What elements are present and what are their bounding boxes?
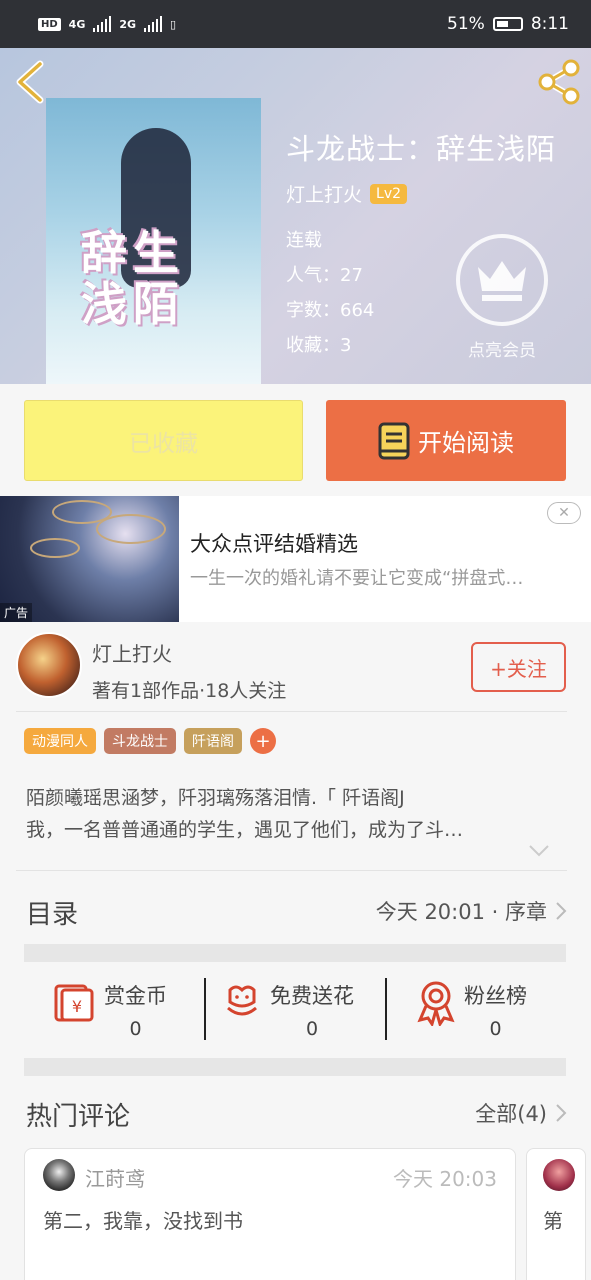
all-comments-label: 全部(4) [475,1102,547,1126]
follow-button[interactable]: +关注 [471,642,566,692]
red-envelope-icon: ¥ [54,984,94,1022]
commenter-name[interactable]: 江莳鸢 [85,1163,145,1192]
crown-icon [478,261,526,301]
signal-icon-2 [144,16,163,32]
fan-ranking-button[interactable]: 粉丝榜 0 [416,980,527,1040]
reward-coin-button[interactable]: ¥ 赏金币 0 [52,980,167,1040]
medal-icon [417,981,455,1026]
table-of-contents-row[interactable]: 目录 今天 20:01 · 序章 [0,872,591,944]
vip-circle [456,234,548,326]
book-popularity: 人气：27 [286,265,363,286]
ad-close-button[interactable]: ✕ [547,502,581,524]
reward-label: 免费送花 [270,984,354,1008]
vip-label: 点亮会员 [468,341,536,361]
toc-title: 目录 [26,900,79,930]
divider [16,711,567,712]
tag-list: 动漫同人 斗龙战士 阡语阁 + [24,728,276,754]
commenter-avatar[interactable] [43,1159,75,1191]
chevron-down-icon[interactable] [528,844,550,858]
book-author-row: 灯上打火 Lv2 [286,180,408,207]
divider [204,978,206,1040]
flower-icon [227,985,257,1016]
network-2g: 2G [119,17,137,31]
battery-percent: 51% [447,14,485,34]
battery-icon [492,17,523,31]
section-divider [24,1058,566,1076]
comment-text: 第二，我靠，没找到书 [43,1209,243,1233]
comment-card[interactable]: 第 [526,1148,586,1280]
reward-label: 赏金币 [104,984,167,1008]
book-word-count: 字数：664 [286,300,375,321]
vip-badge[interactable]: 点亮会员 [456,234,548,361]
book-intro[interactable]: 陌颜曦瑶思涵梦，阡羽璃殇落泪情.「 阡语阁J 我，一名普普通通的学生，遇见了他们… [26,782,546,846]
book-status: 连载 [286,230,322,251]
author-name[interactable]: 灯上打火 [92,638,172,667]
comments-title: 热门评论 [26,1102,131,1132]
reward-count: 0 [129,1018,142,1040]
network-4g: 4G [68,17,86,31]
rewards-bar: ¥ 赏金币 0 免费送花 0 粉丝榜 0 [24,962,566,1058]
status-right: 51% 8:11 [447,14,569,34]
all-comments-link[interactable]: 全部(4) [475,1098,567,1128]
intro-line-2: 我，一名普普通通的学生，遇见了他们，成为了斗… [26,819,464,841]
start-reading-button[interactable]: 开始阅读 [326,400,566,481]
reward-label: 粉丝榜 [464,984,527,1008]
toc-latest: 今天 20:01 · 序章 [376,896,567,926]
send-flower-button[interactable]: 免费送花 0 [222,980,354,1040]
clock: 8:11 [530,14,569,34]
tag-item[interactable]: 动漫同人 [24,728,96,754]
collected-button[interactable]: 已收藏 [24,400,303,481]
author-stats: 著有1部作品·18人关注 [92,680,287,702]
add-tag-button[interactable]: + [250,728,276,754]
hot-comments-section: 热门评论 全部(4) 江莳鸢 今天 20:03 第二，我靠，没找到书 第 [0,1076,591,1280]
book-icon [378,422,410,459]
cover-title: 辞生浅陌 [81,226,185,331]
reward-count: 0 [305,1018,319,1040]
book-title: 斗龙战士：辞生浅陌 [286,132,557,166]
chevron-right-icon [556,1104,567,1122]
divider [16,870,567,871]
ad-banner[interactable]: 广告 大众点评结婚精选 一生一次的婚礼请不要让它变成“拼盘式… ✕ [0,496,591,622]
hd-badge: HD [38,17,61,31]
ad-subtitle: 一生一次的婚礼请不要让它变成“拼盘式… [190,568,524,589]
comment-text: 第 [543,1209,563,1233]
action-bar: 已收藏 开始阅读 [0,384,591,496]
svg-text:¥: ¥ [72,997,82,1016]
ad-image-detail [30,538,80,558]
book-hero: 辞生浅陌 斗龙战士：辞生浅陌 灯上打火 Lv2 连载 人气：27 字数：664 … [0,48,591,384]
status-left: HD 4G 2G ▯ [38,16,176,32]
share-icon [538,59,580,105]
book-author[interactable]: 灯上打火 [286,180,362,207]
intro-line-1: 陌颜曦瑶思涵梦，阡羽璃殇落泪情.「 阡语阁J [26,787,405,809]
signal-icon [93,16,112,32]
author-section: 灯上打火 著有1部作品·18人关注 +关注 动漫同人 斗龙战士 阡语阁 + 陌颜… [0,622,591,872]
toc-latest-text: 今天 20:01 · 序章 [375,900,547,924]
tag-item[interactable]: 阡语阁 [184,728,242,754]
share-button[interactable] [535,58,583,106]
start-reading-label: 开始阅读 [418,429,514,457]
chevron-right-icon [556,902,567,920]
comment-card[interactable]: 江莳鸢 今天 20:03 第二，我靠，没找到书 [24,1148,516,1280]
tag-item[interactable]: 斗龙战士 [104,728,176,754]
book-cover[interactable]: 辞生浅陌 [46,98,261,384]
section-divider [24,944,566,962]
level-badge: Lv2 [370,183,408,204]
divider [385,978,387,1040]
ad-title: 大众点评结婚精选 [190,532,358,556]
ad-image-detail [96,514,166,544]
reward-count: 0 [489,1018,502,1040]
commenter-avatar[interactable] [543,1159,575,1191]
ad-tag: 广告 [0,603,33,622]
comment-time: 今天 20:03 [393,1167,497,1191]
book-favorites: 收藏：3 [286,335,352,356]
vibrate-icon: ▯ [170,17,177,31]
ad-image: 广告 [0,496,179,622]
author-avatar[interactable] [16,632,82,698]
status-bar: HD 4G 2G ▯ 51% 8:11 [0,0,591,48]
